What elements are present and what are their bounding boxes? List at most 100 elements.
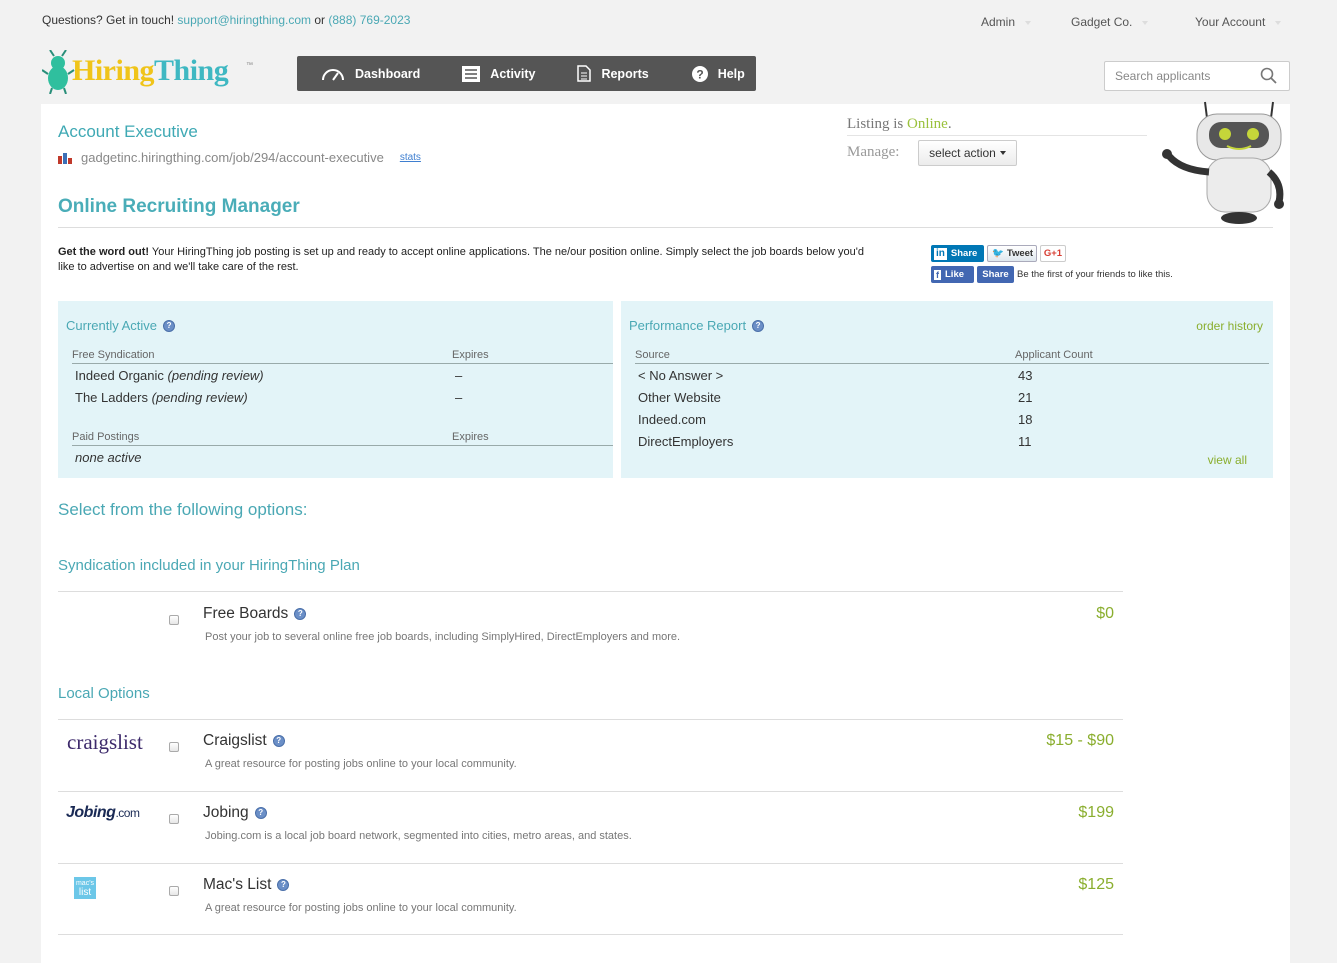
bug-mascot-icon bbox=[42, 50, 75, 94]
jobing-label: Jobing bbox=[203, 804, 249, 821]
nav-help[interactable]: ? Help bbox=[691, 65, 745, 82]
local-options-heading: Local Options bbox=[58, 685, 150, 702]
search-box bbox=[1104, 61, 1290, 91]
facebook-like-label: Like bbox=[945, 269, 965, 280]
jobing-name: Jobing? bbox=[203, 804, 267, 822]
facebook-share-label: Share bbox=[982, 269, 1009, 280]
linkedin-share-label: Share bbox=[950, 248, 978, 259]
jobing-logo: Jobing.com bbox=[66, 804, 140, 822]
order-history-link[interactable]: order history bbox=[1196, 319, 1263, 333]
hiringthing-logo[interactable]: HiringThing ™ bbox=[42, 50, 257, 94]
chevron-down-icon bbox=[999, 151, 1006, 155]
account-menu[interactable]: Your Account bbox=[1195, 15, 1282, 29]
svg-text:?: ? bbox=[696, 67, 703, 81]
stats-link[interactable]: stats bbox=[400, 152, 421, 163]
craigslist-name: Craigslist? bbox=[203, 732, 285, 750]
logo-part-thing: Thing bbox=[154, 54, 229, 87]
divider bbox=[58, 719, 1123, 720]
perf-row-count: 43 bbox=[1018, 368, 1033, 383]
applicant-count-header: Applicant Count bbox=[1015, 349, 1093, 361]
robot-mascot-icon bbox=[1162, 101, 1284, 224]
divider bbox=[58, 934, 1123, 935]
free-boards-desc: Post your job to several online free job… bbox=[205, 631, 681, 643]
google-plus-button[interactable]: G+1 bbox=[1040, 245, 1066, 262]
content-card: Account Executive gadgetinc.hiringthing.… bbox=[41, 101, 1290, 963]
divider bbox=[58, 591, 1123, 592]
free-boards-label: Free Boards bbox=[203, 605, 289, 622]
search-input[interactable] bbox=[1105, 62, 1255, 90]
perf-row-source: Other Website bbox=[638, 390, 721, 405]
active-row-note: (pending review) bbox=[151, 390, 248, 405]
listing-prefix: Listing is bbox=[847, 116, 904, 132]
perf-row-source: Indeed.com bbox=[638, 412, 706, 427]
nav-reports-label: Reports bbox=[601, 66, 649, 81]
macslist-label: Mac's List bbox=[203, 876, 272, 893]
currently-active-label: Currently Active bbox=[66, 318, 158, 333]
options-heading: Select from the following options: bbox=[58, 500, 308, 519]
job-url[interactable]: gadgetinc.hiringthing.com/job/294/accoun… bbox=[81, 150, 384, 165]
listing-suffix: . bbox=[947, 116, 952, 132]
macslist-checkbox[interactable] bbox=[169, 886, 179, 896]
chevron-down-icon bbox=[1142, 20, 1149, 25]
nav-reports[interactable]: Reports bbox=[577, 65, 649, 82]
help-icon[interactable]: ? bbox=[254, 807, 267, 819]
performance-report-panel: Performance Report? order history Source… bbox=[621, 301, 1273, 478]
craigslist-checkbox[interactable] bbox=[169, 742, 179, 752]
listing-divider bbox=[847, 135, 1147, 136]
jobing-logo-text: Jobing bbox=[66, 804, 116, 821]
free-boards-checkbox[interactable] bbox=[169, 615, 179, 625]
macslist-price: $125 bbox=[1078, 876, 1114, 893]
divider bbox=[72, 363, 613, 364]
chevron-down-icon bbox=[1025, 20, 1032, 25]
speedometer-icon bbox=[322, 68, 344, 81]
divider bbox=[72, 445, 613, 446]
craigslist-desc: A great resource for posting jobs online… bbox=[205, 758, 517, 770]
craigslist-logo: craigslist bbox=[67, 730, 143, 754]
admin-menu[interactable]: Admin bbox=[981, 15, 1032, 29]
company-menu[interactable]: Gadget Co. bbox=[1071, 15, 1149, 29]
support-email-link[interactable]: support@hiringthing.com bbox=[177, 13, 311, 27]
job-url-row: gadgetinc.hiringthing.com/job/294/accoun… bbox=[58, 150, 421, 165]
divider bbox=[58, 791, 1123, 792]
perf-row-source: DirectEmployers bbox=[638, 434, 734, 449]
support-phone-link[interactable]: (888) 769-2023 bbox=[328, 13, 410, 27]
jobing-price: $199 bbox=[1078, 804, 1114, 821]
craigslist-price: $15 - $90 bbox=[1046, 732, 1114, 749]
facebook-share-button[interactable]: Share bbox=[977, 266, 1014, 283]
help-icon[interactable]: ? bbox=[294, 608, 307, 620]
macslist-logo-top: mac's bbox=[75, 880, 95, 887]
document-icon bbox=[577, 65, 592, 82]
perf-row-source: < No Answer > bbox=[638, 368, 724, 383]
nav-help-label: Help bbox=[717, 66, 745, 81]
help-icon[interactable]: ? bbox=[277, 879, 290, 891]
search-icon[interactable] bbox=[1260, 67, 1277, 84]
jobing-checkbox[interactable] bbox=[169, 814, 179, 824]
help-icon[interactable]: ? bbox=[272, 735, 285, 747]
currently-active-title: Currently Active? bbox=[66, 318, 176, 333]
facebook-icon: f bbox=[934, 269, 941, 280]
view-all-link[interactable]: view all bbox=[1208, 453, 1247, 467]
perf-row-count: 11 bbox=[1018, 434, 1032, 449]
twitter-icon: 🐦 bbox=[992, 248, 1004, 259]
tweet-button[interactable]: 🐦 Tweet bbox=[987, 245, 1037, 262]
divider bbox=[58, 863, 1123, 864]
nav-activity[interactable]: Activity bbox=[462, 65, 535, 82]
free-syndication-header: Free Syndication bbox=[72, 349, 155, 361]
job-title: Account Executive bbox=[58, 122, 198, 141]
company-menu-label: Gadget Co. bbox=[1071, 15, 1133, 29]
admin-menu-label: Admin bbox=[981, 15, 1016, 29]
main-nav: Dashboard Activity Reports ? Help bbox=[297, 56, 756, 91]
nav-dashboard[interactable]: Dashboard bbox=[321, 67, 420, 81]
currently-active-panel: Currently Active? Free Syndication Expir… bbox=[58, 301, 613, 478]
list-icon bbox=[462, 65, 481, 82]
account-menu-label: Your Account bbox=[1195, 15, 1266, 29]
manage-label: Manage: bbox=[847, 144, 900, 160]
facebook-like-button[interactable]: f Like bbox=[931, 266, 974, 283]
linkedin-share-button[interactable]: in Share bbox=[931, 245, 984, 262]
help-icon[interactable]: ? bbox=[752, 319, 765, 332]
nav-dashboard-label: Dashboard bbox=[355, 66, 421, 81]
select-action-dropdown[interactable]: select action bbox=[918, 140, 1017, 166]
help-icon[interactable]: ? bbox=[163, 319, 176, 332]
orm-title: Online Recruiting Manager bbox=[58, 196, 300, 217]
craigslist-label: Craigslist bbox=[203, 732, 267, 749]
